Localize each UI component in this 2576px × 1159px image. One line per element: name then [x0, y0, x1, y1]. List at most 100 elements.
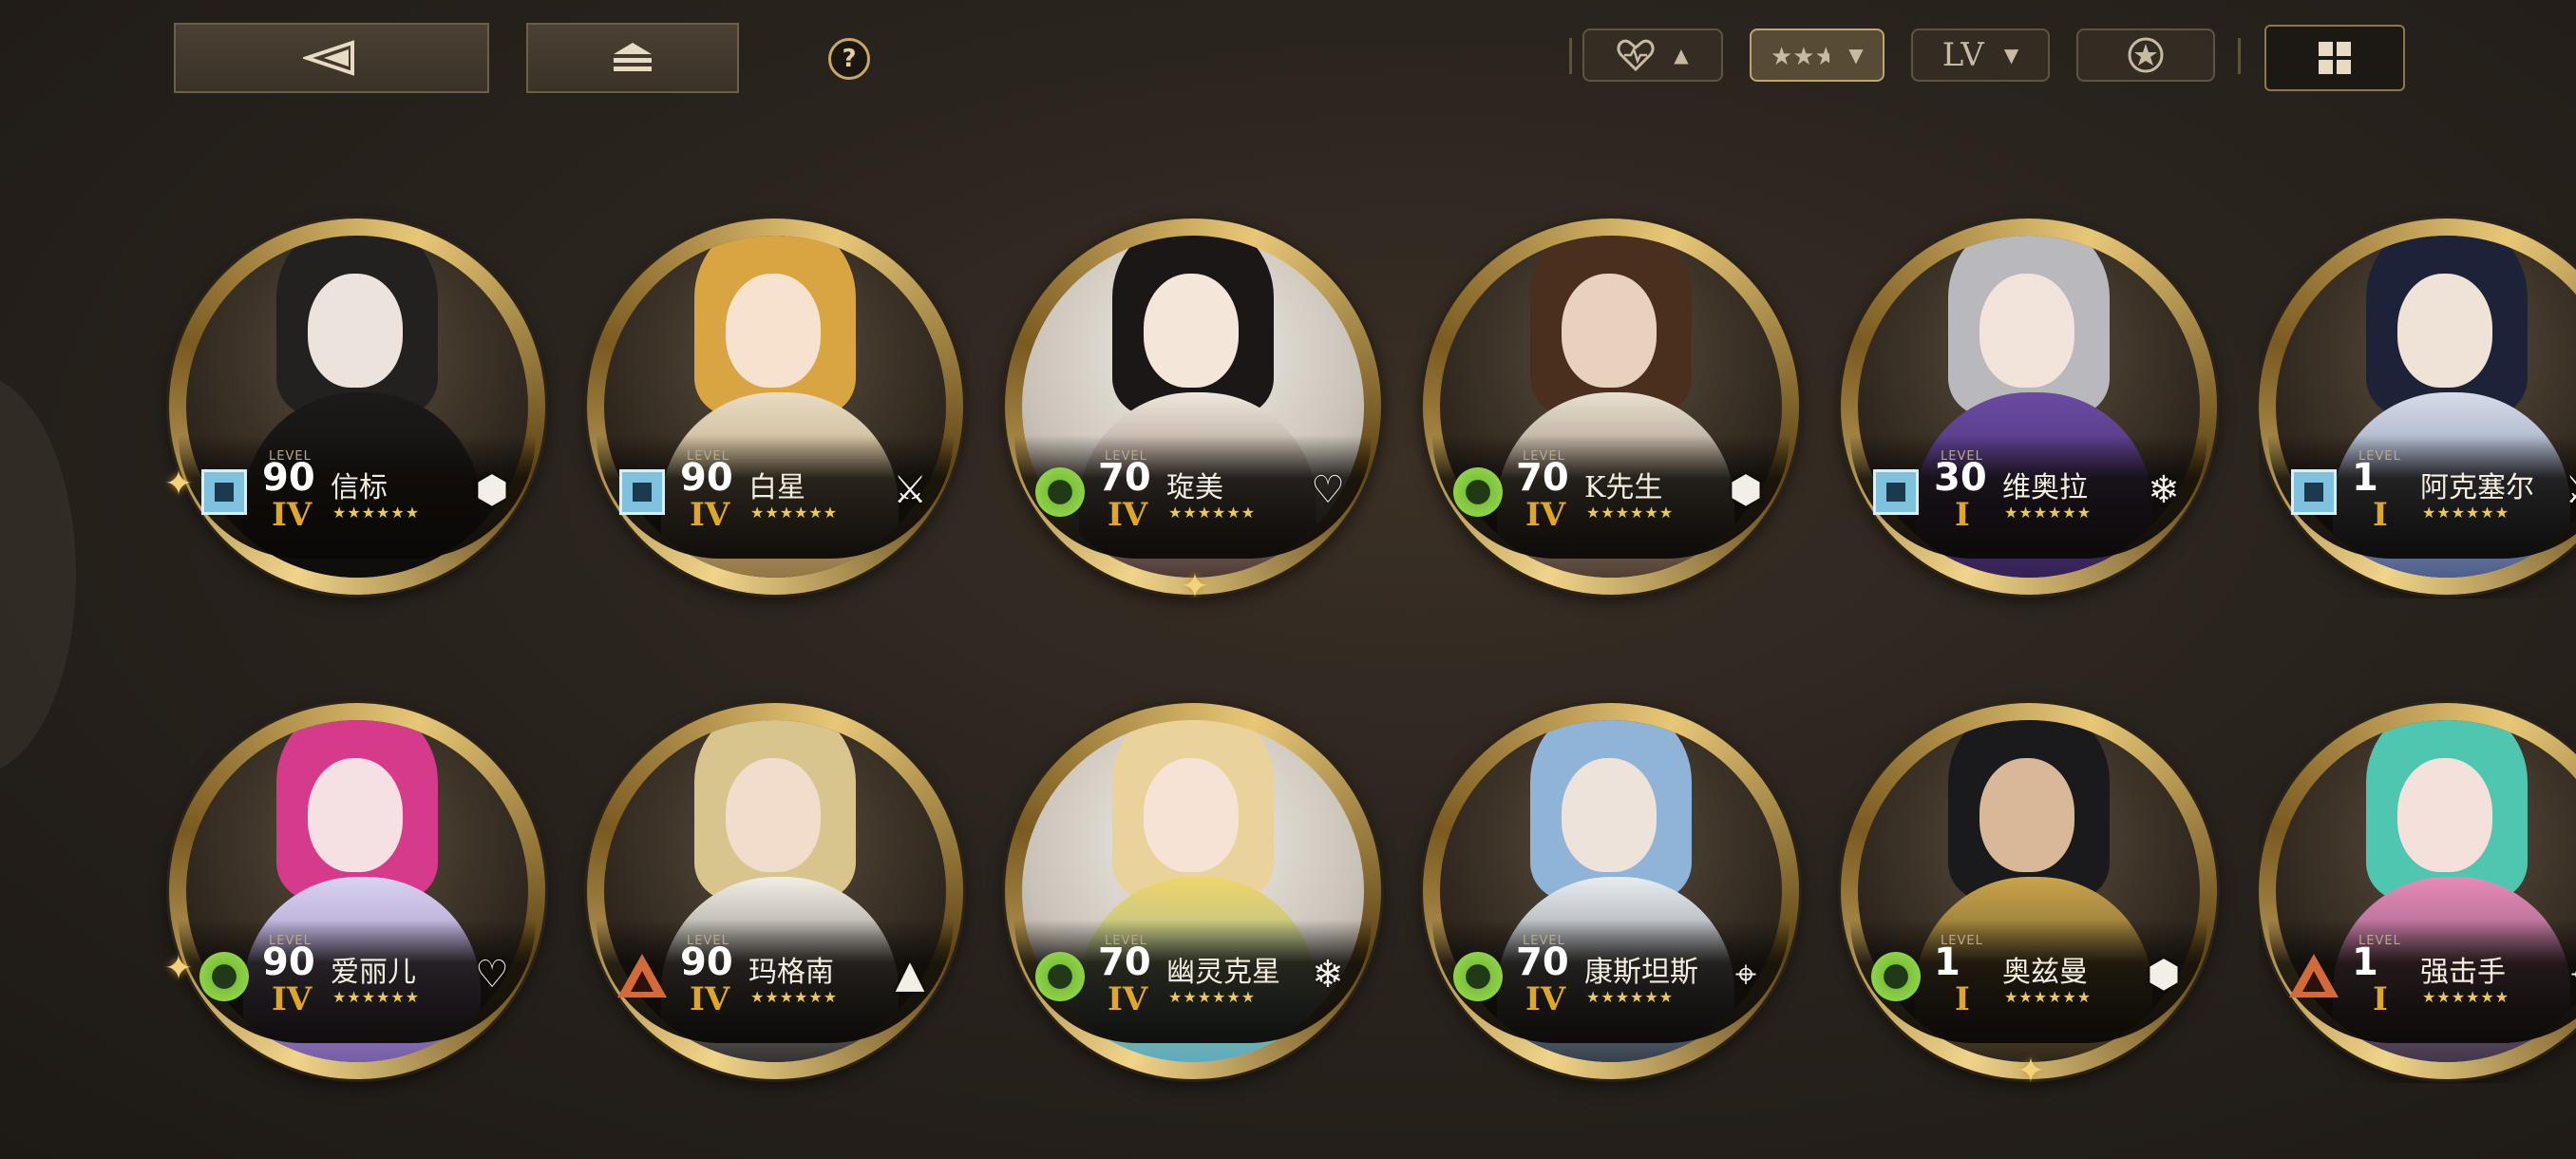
- back-arrow-icon: [303, 40, 354, 76]
- character-level: 70: [1516, 456, 1569, 500]
- grid-view-button[interactable]: [2264, 25, 2405, 91]
- character-level: 70: [1098, 940, 1151, 984]
- crossed-blades-icon: ⚔: [2557, 466, 2576, 515]
- element-circle-icon: [1033, 466, 1087, 519]
- star-rating: ★★★★★★: [750, 504, 839, 522]
- grid-view-icon: [2319, 42, 2351, 74]
- sparkle-icon: ✦: [163, 465, 194, 504]
- character-card[interactable]: LEVEL 70 幽灵克星 ★★★★★★ IV ❄: [1005, 665, 1404, 1083]
- snowflake-icon: ❄: [2148, 468, 2180, 512]
- character-name: K先生: [1584, 471, 1663, 504]
- home-button[interactable]: [526, 23, 739, 93]
- character-name: 维奥拉: [2002, 471, 2088, 504]
- character-name: 阿克塞尔: [2420, 471, 2534, 504]
- character-rank: IV: [1525, 496, 1566, 534]
- element-triangle-icon: [616, 950, 669, 1003]
- star-rating: ★★★★★★: [332, 988, 421, 1006]
- star-rating: ★★★★★★: [1586, 504, 1675, 522]
- character-card[interactable]: LEVEL 90 爱丽儿 ★★★★★★ IV ♡ ✦: [164, 665, 568, 1083]
- star-rating: ★★★★★★: [332, 504, 421, 522]
- character-name: 玛格南: [748, 956, 834, 989]
- star-rating: ★★★★★★: [1168, 988, 1257, 1006]
- element-circle-icon: [1869, 950, 1923, 1003]
- element-circle-icon: [198, 950, 251, 1003]
- element-circle-icon: [1033, 950, 1087, 1003]
- character-card[interactable]: LEVEL 90 白星 ★★★★★★ IV ⚔: [587, 180, 986, 598]
- sort-ascending-icon: ▲: [1674, 44, 1689, 66]
- sort-rarity-button[interactable]: ★★★ ▼: [1750, 28, 1885, 82]
- element-square-icon: [616, 466, 669, 519]
- character-name: 爱丽儿: [331, 956, 416, 989]
- character-rank: IV: [272, 980, 313, 1018]
- character-card[interactable]: LEVEL 1 阿克塞尔 ★★★★★★ I ⚔: [2259, 180, 2576, 598]
- back-button[interactable]: [174, 23, 489, 93]
- character-rank: I: [1955, 496, 1970, 534]
- sort-descending-icon: ▼: [1848, 44, 1864, 66]
- stars-icon: ★★★: [1771, 43, 1829, 70]
- star-rating: ★★★★★★: [1586, 988, 1675, 1006]
- character-name: 白星: [748, 471, 805, 504]
- character-card[interactable]: LEVEL 30 维奥拉 ★★★★★★ I ❄: [1841, 180, 2240, 598]
- hexagon-icon: ⬢: [2147, 953, 2181, 997]
- character-card[interactable]: LEVEL 1 强击手 ★★★★★★ I ⌖: [2259, 665, 2576, 1083]
- character-card[interactable]: LEVEL 70 康斯坦斯 ★★★★★★ IV ⌖: [1423, 665, 1822, 1083]
- character-rank: IV: [1108, 980, 1148, 1018]
- heart-icon: [1617, 39, 1655, 71]
- sparkle-icon: ✦: [2016, 1052, 2046, 1091]
- character-card[interactable]: LEVEL 70 琁美 ★★★★★★ IV ♡ ✦: [1005, 180, 1404, 606]
- character-rank: IV: [272, 496, 313, 534]
- background-arc: [0, 375, 76, 774]
- crosshair-icon: ⌖: [1734, 953, 1757, 997]
- star-rating: ★★★★★★: [750, 988, 839, 1006]
- character-name: 幽灵克星: [1166, 956, 1280, 989]
- sort-affinity-button[interactable]: ▲: [1582, 28, 1723, 82]
- character-rank: IV: [690, 980, 730, 1018]
- character-name: 信标: [331, 471, 388, 504]
- character-card[interactable]: LEVEL 90 信标 ★★★★★★ IV ⬢ ✦: [164, 180, 568, 598]
- character-rank: IV: [1525, 980, 1566, 1018]
- crosshair-icon: ⌖: [2557, 950, 2576, 999]
- character-card[interactable]: LEVEL 1 奥兹曼 ★★★★★★ I ⬢ ✦: [1841, 665, 2240, 1091]
- element-triangle-icon: [2287, 950, 2340, 1003]
- character-level: 90: [680, 456, 733, 500]
- sort-descending-icon: ▼: [2003, 44, 2019, 66]
- character-level: 1: [1934, 940, 1960, 984]
- pyramid-icon: ▲: [895, 953, 925, 997]
- crossed-blades-icon: ⚔: [893, 468, 927, 512]
- help-button[interactable]: ?: [828, 38, 870, 80]
- star-rating: ★★★★★★: [2422, 504, 2510, 522]
- filter-type-button[interactable]: [2076, 28, 2215, 82]
- hexagon-icon: ⬢: [475, 468, 509, 512]
- character-level: 90: [262, 456, 315, 500]
- element-square-icon: [198, 466, 251, 519]
- character-card[interactable]: LEVEL 70 K先生 ★★★★★★ IV ⬢: [1423, 180, 1822, 598]
- character-level: 1: [2352, 456, 2378, 500]
- character-card[interactable]: LEVEL 90 玛格南 ★★★★★★ IV ▲: [587, 665, 986, 1083]
- character-rank: IV: [1108, 496, 1148, 534]
- character-rank: I: [2373, 496, 2388, 534]
- sort-level-button[interactable]: LV ▼: [1911, 28, 2050, 82]
- element-circle-icon: [1451, 950, 1505, 1003]
- divider: [1569, 38, 1572, 74]
- home-stack-icon: [614, 43, 652, 71]
- character-level: 90: [680, 940, 733, 984]
- element-circle-icon: [1451, 466, 1505, 519]
- character-name: 奥兹曼: [2002, 956, 2088, 989]
- character-level: 1: [2352, 940, 2378, 984]
- character-name: 琁美: [1166, 471, 1223, 504]
- character-level: 70: [1516, 940, 1569, 984]
- character-level: 30: [1934, 456, 1987, 500]
- sparkle-icon: ✦: [1180, 567, 1210, 606]
- character-level: 90: [262, 940, 315, 984]
- heart-icon: ♡: [475, 953, 509, 997]
- sort-level-label: LV: [1941, 36, 1985, 74]
- character-name: 强击手: [2420, 956, 2506, 989]
- element-square-icon: [1869, 466, 1923, 519]
- character-rank: IV: [690, 496, 730, 534]
- snowflake-icon: ❄: [1312, 953, 1344, 997]
- heart-icon: ♡: [1311, 468, 1345, 512]
- star-rating: ★★★★★★: [2422, 988, 2510, 1006]
- divider: [2238, 38, 2241, 74]
- star-rating: ★★★★★★: [2004, 988, 2093, 1006]
- help-icon: ?: [842, 45, 857, 73]
